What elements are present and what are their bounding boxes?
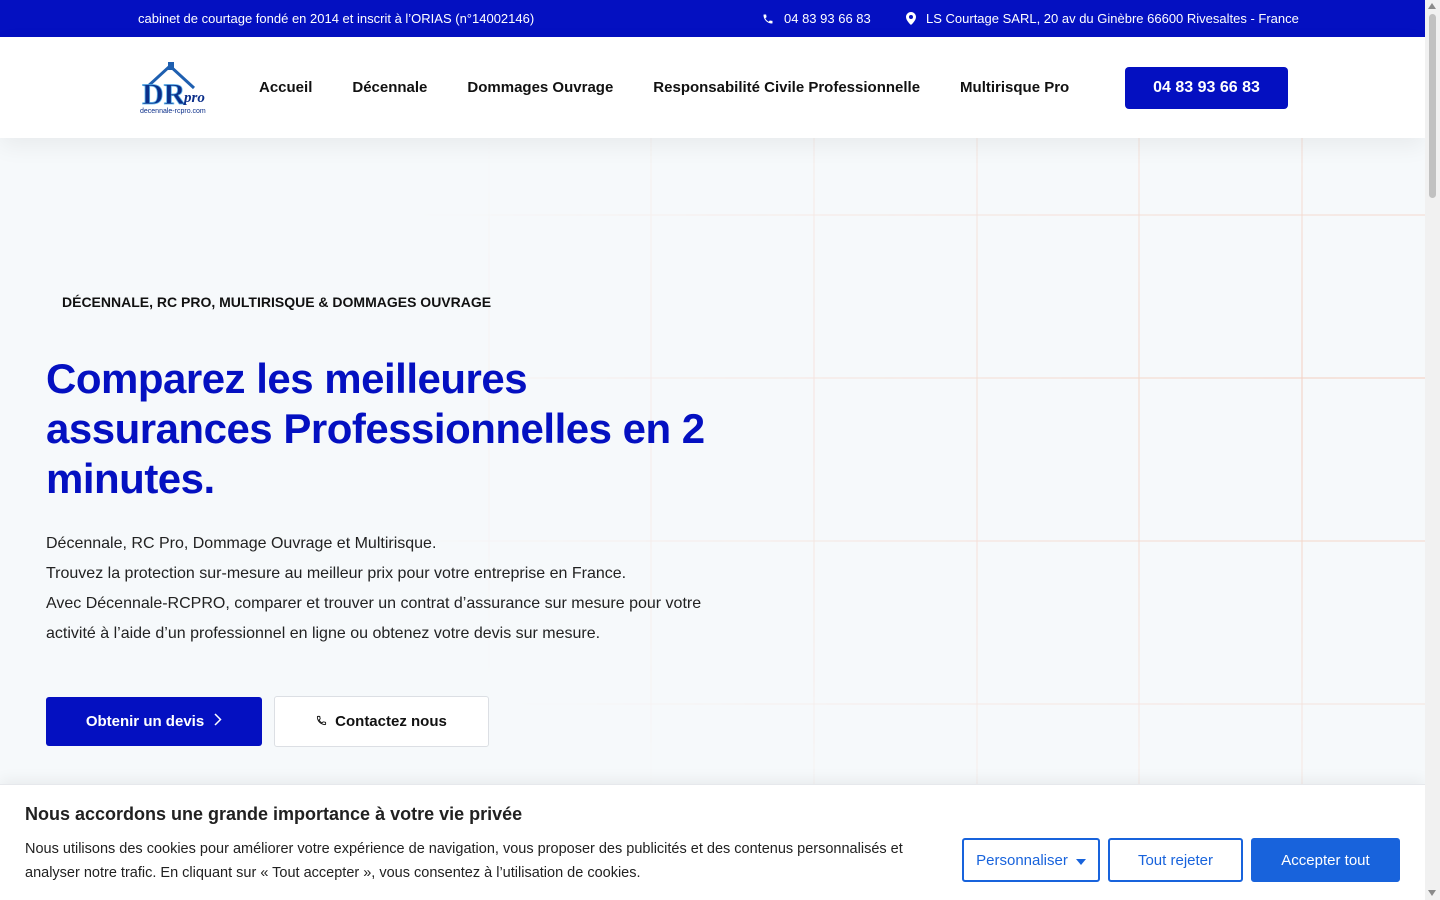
- chevron-right-icon: [214, 713, 222, 730]
- scroll-down-arrow-icon[interactable]: [1428, 890, 1436, 896]
- nav-item-dommages-ouvrage[interactable]: Dommages Ouvrage: [467, 79, 613, 96]
- hero-desc-line: Décennale, RC Pro, Dommage Ouvrage et Mu…: [46, 535, 437, 552]
- site-header: DR pro decennale-rcpro.com Accueil Décen…: [0, 37, 1425, 138]
- hero-desc-line: Trouvez la protection sur-mesure au meil…: [46, 565, 627, 582]
- logo-text: DR: [142, 78, 186, 111]
- main-nav: Accueil Décennale Dommages Ouvrage Respo…: [259, 79, 1069, 96]
- logo-caption: decennale-rcpro.com: [140, 108, 206, 115]
- scroll-up-arrow-icon[interactable]: [1428, 3, 1436, 9]
- customize-label: Personnaliser: [976, 851, 1068, 869]
- top-bar-tagline: cabinet de courtage fondé en 2014 et ins…: [138, 11, 535, 26]
- logo-sub: pro: [182, 90, 205, 106]
- hero-description: Décennale, RC Pro, Dommage Ouvrage et Mu…: [46, 529, 726, 649]
- map-pin-icon: [906, 12, 916, 25]
- hero-title: Comparez les meilleures assurances Profe…: [46, 355, 705, 502]
- page-scrollbar[interactable]: [1425, 0, 1440, 900]
- site-logo[interactable]: DR pro decennale-rcpro.com: [138, 58, 218, 116]
- top-bar-phone[interactable]: 04 83 93 66 83: [762, 11, 871, 26]
- top-bar-address: LS Courtage SARL, 20 av du Ginèbre 66600…: [906, 11, 1299, 26]
- cookie-banner: Nous accordons une grande importance à v…: [0, 784, 1425, 900]
- cookie-customize-button[interactable]: Personnaliser: [962, 838, 1100, 882]
- top-bar-phone-number[interactable]: 04 83 93 66 83: [784, 11, 871, 26]
- hero-desc-line: Avec Décennale-RCPRO, comparer et trouve…: [46, 595, 702, 642]
- get-quote-button[interactable]: Obtenir un devis: [46, 697, 262, 746]
- nav-item-decennale[interactable]: Décennale: [352, 79, 427, 96]
- cookie-reject-button[interactable]: Tout rejeter: [1108, 838, 1243, 882]
- nav-item-accueil[interactable]: Accueil: [259, 79, 312, 96]
- contact-button[interactable]: Contactez nous: [274, 696, 489, 747]
- get-quote-label: Obtenir un devis: [85, 713, 205, 730]
- top-bar: cabinet de courtage fondé en 2014 et ins…: [0, 0, 1425, 37]
- phone-icon: [762, 13, 774, 25]
- cookie-title: Nous accordons une grande importance à v…: [25, 804, 523, 824]
- contact-label: Contactez nous: [335, 713, 447, 730]
- nav-item-rc-pro[interactable]: Responsabilité Civile Professionnelle: [653, 79, 920, 96]
- header-phone-button[interactable]: 04 83 93 66 83: [1125, 67, 1288, 109]
- hero-eyebrow: DÉCENNALE, RC PRO, MULTIRISQUE & DOMMAGE…: [62, 294, 492, 310]
- phone-icon: [316, 713, 327, 730]
- top-bar-address-text: LS Courtage SARL, 20 av du Ginèbre 66600…: [926, 11, 1299, 26]
- nav-item-multirisque[interactable]: Multirisque Pro: [960, 79, 1069, 96]
- caret-down-icon: [1075, 852, 1086, 869]
- scrollbar-thumb[interactable]: [1429, 14, 1436, 198]
- cookie-accept-button[interactable]: Accepter tout: [1251, 838, 1400, 882]
- cookie-text: Nous utilisons des cookies pour améliore…: [25, 841, 903, 881]
